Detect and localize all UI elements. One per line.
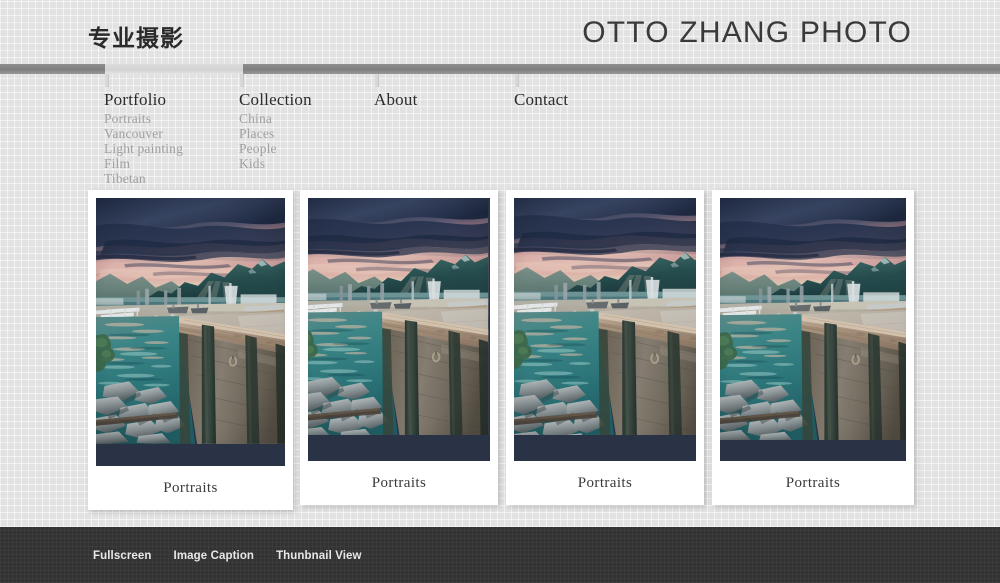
pier-sunset-photo [308, 198, 489, 435]
gallery-card-photo[interactable] [720, 198, 906, 461]
bottom-link-thunbnail-view[interactable]: Thunbnail View [276, 550, 362, 562]
gallery-card-photo[interactable] [514, 198, 696, 461]
gallery-card[interactable]: Portraits [712, 190, 914, 505]
gallery-card-caption: Portraits [785, 475, 841, 491]
brand-chinese-logo[interactable]: 专业摄影 [88, 19, 184, 53]
nav-sublist-collection: China Places People Kids [239, 111, 277, 171]
nav-subitem-kids[interactable]: Kids [239, 156, 277, 171]
nav-tick-marker-icon [105, 74, 109, 87]
primary-navigation: Portfolio Portraits Vancouver Light paintin… [0, 74, 1000, 194]
gallery-card-caption: Portraits [163, 480, 218, 496]
gallery-card[interactable]: Portraits [300, 190, 498, 505]
nav-subitem-china[interactable]: China [239, 111, 277, 126]
gallery-card-photo[interactable] [96, 198, 285, 466]
nav-subitem-portraits[interactable]: Portraits [104, 111, 183, 126]
bottom-link-image-caption[interactable]: Image Caption [174, 550, 255, 562]
pier-sunset-photo [514, 198, 696, 435]
nav-tick-marker-icon [375, 74, 379, 87]
site-header: 专业摄影 OTTO ZHANG PHOTO [0, 0, 1000, 64]
brand-english-logo[interactable]: OTTO ZHANG PHOTO [582, 16, 912, 50]
pier-sunset-photo [720, 198, 906, 440]
gallery-card[interactable]: Portraits [506, 190, 704, 505]
gallery-card[interactable]: Portraits [88, 190, 293, 510]
nav-item-contact[interactable]: Contact [514, 90, 568, 110]
gallery-card-caption: Portraits [371, 475, 427, 491]
bottom-toolbar: Fullscreen Image Caption Thunbnail View [0, 527, 1000, 583]
nav-sublist-portfolio: Portraits Vancouver Light painting Film Tibe… [104, 111, 183, 186]
nav-bar-active-segment [105, 64, 243, 74]
nav-item-portfolio[interactable]: Portfolio [104, 90, 166, 110]
gallery-card-photo[interactable] [308, 198, 490, 461]
bottom-link-fullscreen[interactable]: Fullscreen [93, 550, 152, 562]
nav-subitem-tibetan[interactable]: Tibetan [104, 171, 183, 186]
nav-item-collection[interactable]: Collection [239, 90, 312, 110]
photo-gallery: Portraits Portraits Portraits Portraits [0, 190, 1000, 520]
nav-item-about[interactable]: About [374, 90, 418, 110]
nav-subitem-places[interactable]: Places [239, 126, 277, 141]
nav-bar-strip [0, 64, 1000, 74]
nav-subitem-film[interactable]: Film [104, 156, 183, 171]
nav-subitem-people[interactable]: People [239, 141, 277, 156]
pier-sunset-photo [96, 198, 285, 444]
bottom-toolbar-links: Fullscreen Image Caption Thunbnail View [93, 550, 362, 562]
gallery-card-caption: Portraits [577, 475, 633, 491]
nav-tick-marker-icon [240, 74, 244, 87]
nav-subitem-light-painting[interactable]: Light painting [104, 141, 183, 156]
nav-tick-marker-icon [515, 74, 519, 87]
nav-subitem-vancouver[interactable]: Vancouver [104, 126, 183, 141]
